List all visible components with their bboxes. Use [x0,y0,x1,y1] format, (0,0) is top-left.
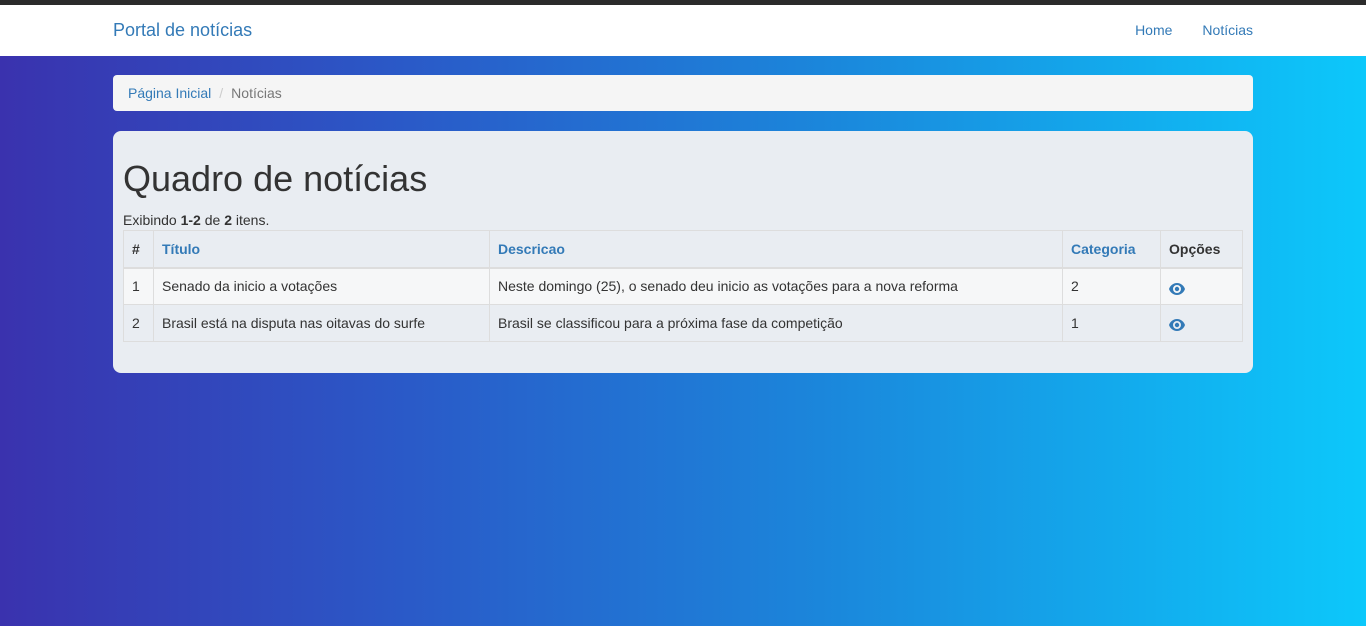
header-descricao: Descricao [489,230,1063,269]
breadcrumb-separator: / [219,85,224,101]
cell-categoria: 2 [1062,267,1161,305]
breadcrumb: Página Inicial / Notícias [113,75,1253,111]
summary-total: 2 [224,212,232,228]
news-panel: Quadro de notícias Exibindo 1-2 de 2 ite… [113,131,1253,373]
header-num: # [123,230,154,269]
cell-categoria: 1 [1062,304,1161,342]
header-titulo: Título [153,230,490,269]
breadcrumb-current: Notícias [231,85,282,101]
brand-link[interactable]: Portal de notícias [113,20,252,41]
cell-num: 1 [123,267,154,305]
nav-links: Home Notícias [1135,22,1253,38]
news-table: # Título Descricao Categoria Opções 1 Se… [123,230,1243,342]
summary-prefix: Exibindo [123,212,181,228]
header-opcoes: Opções [1160,230,1243,269]
summary-middle: de [200,212,225,228]
table-row: 1 Senado da inicio a votações Neste domi… [123,267,1243,305]
header-categoria: Categoria [1062,230,1161,269]
cell-num: 2 [123,304,154,342]
table-row: 2 Brasil está na disputa nas oitavas do … [123,304,1243,342]
nav-home-link[interactable]: Home [1135,22,1172,38]
cell-descricao: Brasil se classificou para a próxima fas… [489,304,1063,342]
summary-suffix: itens. [231,212,270,228]
cell-opcoes [1160,267,1243,305]
sort-descricao-link[interactable]: Descricao [498,241,565,257]
cell-titulo: Senado da inicio a votações [153,267,490,305]
summary-text: Exibindo 1-2 de 2 itens. [123,212,269,228]
summary-range: 1-2 [180,212,201,228]
page-title: Quadro de notícias [123,158,428,199]
table-header-row: # Título Descricao Categoria Opções [123,230,1243,269]
eye-icon[interactable] [1169,282,1185,295]
cell-descricao: Neste domingo (25), o senado deu inicio … [489,267,1063,305]
navbar: Portal de notícias Home Notícias [0,5,1366,56]
cell-titulo: Brasil está na disputa nas oitavas do su… [153,304,490,342]
breadcrumb-home-link[interactable]: Página Inicial [128,85,211,101]
nav-noticias-link[interactable]: Notícias [1202,22,1253,38]
sort-categoria-link[interactable]: Categoria [1071,241,1136,257]
eye-icon[interactable] [1169,318,1185,332]
sort-titulo-link[interactable]: Título [162,241,200,257]
cell-opcoes [1160,304,1243,342]
